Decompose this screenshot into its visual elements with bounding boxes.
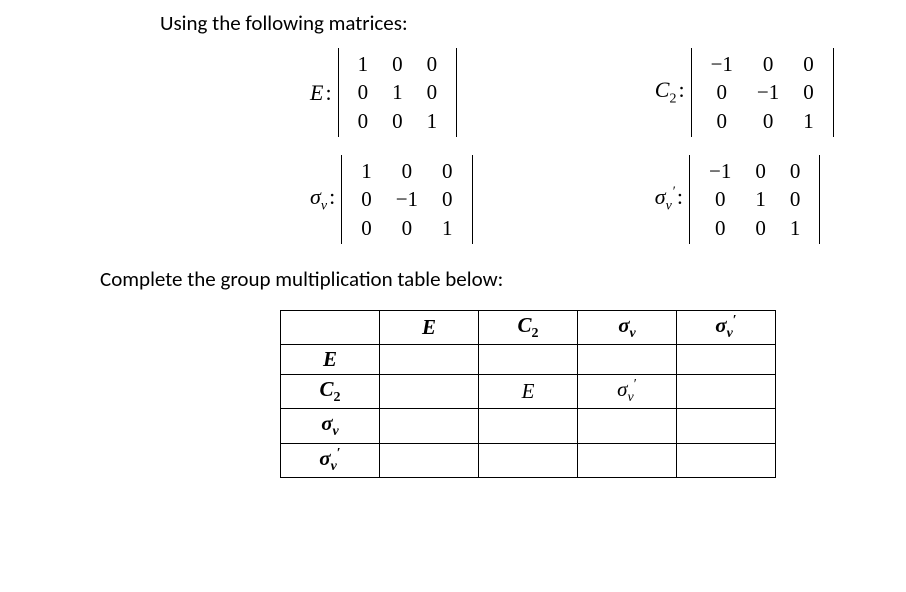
- cell-E-sigma-v: [578, 345, 677, 375]
- table-corner: [281, 311, 380, 345]
- row-header-sigma-v-prime: σv′: [281, 443, 380, 477]
- cell-C2-E: [380, 375, 479, 409]
- instruction-text: Complete the group multiplication table …: [0, 266, 906, 292]
- cell-sigma-v-sigma-v: [578, 409, 677, 443]
- matrix-sigma-v-body: 100 0−10 001: [341, 155, 472, 244]
- matrix-C2-label: C2:: [655, 77, 685, 107]
- cell-sigma-v-prime-sigma-v: [578, 443, 677, 477]
- col-header-sigma-v: σv: [578, 311, 677, 345]
- matrix-sigma-v: σv: 100 0−10 001: [310, 155, 545, 244]
- row-header-C2: C2: [281, 375, 380, 409]
- matrix-sigma-v-label: σv:: [310, 184, 335, 214]
- cell-sigma-v-prime-sigma-v-prime: [677, 443, 776, 477]
- cell-sigma-v-prime-C2: [479, 443, 578, 477]
- row-header-sigma-v: σv: [281, 409, 380, 443]
- matrix-sigma-v-prime: σv′: −100 010 001: [655, 155, 906, 244]
- col-header-sigma-v-prime: σv′: [677, 311, 776, 345]
- cell-C2-sigma-v-prime: [677, 375, 776, 409]
- cell-E-E: [380, 345, 479, 375]
- row-header-E: E: [281, 345, 380, 375]
- matrix-E: E: 100 010 001: [310, 48, 545, 137]
- col-header-E: E: [380, 311, 479, 345]
- matrix-C2: C2: −100 0−10 001: [655, 48, 906, 137]
- matrix-E-label: E:: [310, 80, 332, 106]
- cell-sigma-v-E: [380, 409, 479, 443]
- cell-E-sigma-v-prime: [677, 345, 776, 375]
- matrix-definitions: E: 100 010 001 C2: −100 0−10 001 σv:: [310, 48, 906, 244]
- cell-sigma-v-prime-E: [380, 443, 479, 477]
- multiplication-table: E C2 σv σv′ E C2 E σv′ σv: [280, 310, 776, 478]
- col-header-C2: C2: [479, 311, 578, 345]
- matrix-E-body: 100 010 001: [338, 48, 458, 137]
- matrix-sigma-v-prime-label: σv′:: [655, 184, 683, 214]
- intro-text: Using the following matrices:: [160, 10, 906, 36]
- cell-sigma-v-C2: [479, 409, 578, 443]
- cell-E-C2: [479, 345, 578, 375]
- matrix-sigma-v-prime-body: −100 010 001: [689, 155, 820, 244]
- cell-sigma-v-sigma-v-prime: [677, 409, 776, 443]
- matrix-C2-body: −100 0−10 001: [691, 48, 834, 137]
- cell-C2-sigma-v: σv′: [578, 375, 677, 409]
- cell-C2-C2: E: [479, 375, 578, 409]
